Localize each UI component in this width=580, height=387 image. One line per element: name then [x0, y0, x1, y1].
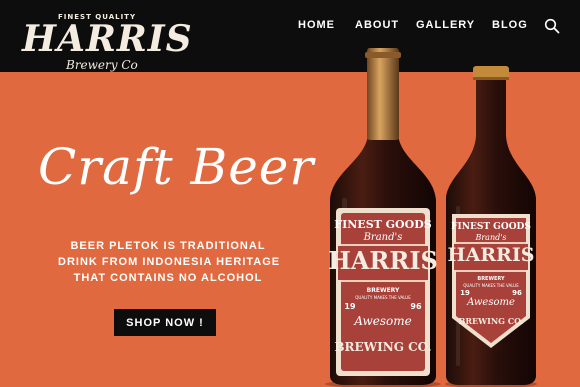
label-line1: BREWERY: [366, 287, 400, 294]
label-top-text: FINEST GOODS: [451, 222, 531, 232]
hero-tagline: BEER PLETOK IS TRADITIONAL DRINK FROM IN…: [58, 238, 281, 286]
label-year-right: 96: [512, 289, 522, 297]
logo-name: HARRIS: [22, 18, 193, 60]
label-line2: QUALITY MAKES THE VALUE: [463, 283, 519, 288]
label-brand-script: Brand's: [363, 232, 403, 243]
nav-home[interactable]: HOME: [298, 19, 335, 33]
label-name: HARRIS: [328, 246, 438, 275]
label-year-right: 96: [410, 302, 422, 311]
hero-headline: Craft Beer: [38, 138, 315, 196]
tagline-line: DRINK FROM INDONESIA HERITAGE: [58, 256, 281, 268]
shop-now-button[interactable]: SHOP NOW !: [114, 309, 216, 336]
label-line2: QUALITY MAKES THE VALUE: [355, 295, 411, 300]
label-bottom: BREWING CO.: [458, 316, 524, 326]
label-top-text: FINEST GOODS: [334, 218, 432, 231]
logo-subtitle: Brewery Co: [66, 58, 138, 72]
label-script: Awesome: [354, 314, 412, 328]
nav-about[interactable]: ABOUT: [355, 19, 399, 33]
label-year-left: 19: [460, 289, 470, 297]
nav-blog[interactable]: BLOG: [492, 19, 528, 33]
tagline-line: BEER PLETOK IS TRADITIONAL: [70, 240, 266, 252]
site-header: FINEST QUALITY HARRIS Brewery Co HOME AB…: [0, 0, 580, 72]
label-brand-script: Brand's: [475, 233, 507, 242]
brand-logo[interactable]: FINEST QUALITY HARRIS Brewery Co: [22, 10, 192, 72]
nav-gallery[interactable]: GALLERY: [416, 19, 475, 33]
label-script: Awesome: [467, 297, 515, 308]
tagline-line: THAT CONTAINS NO ALCOHOL: [73, 272, 263, 284]
bottle-small: FINEST GOODS Brand's HARRIS BREWERY QUAL…: [442, 66, 540, 387]
label-line1: BREWERY: [477, 276, 505, 282]
label-year-left: 19: [344, 302, 356, 311]
label-bottom: BREWING CO.: [334, 340, 432, 354]
label-name: HARRIS: [447, 244, 535, 266]
bottle-large: FINEST GOODS Brand's HARRIS BREWERY QUAL…: [322, 48, 444, 387]
search-icon[interactable]: [544, 18, 560, 34]
